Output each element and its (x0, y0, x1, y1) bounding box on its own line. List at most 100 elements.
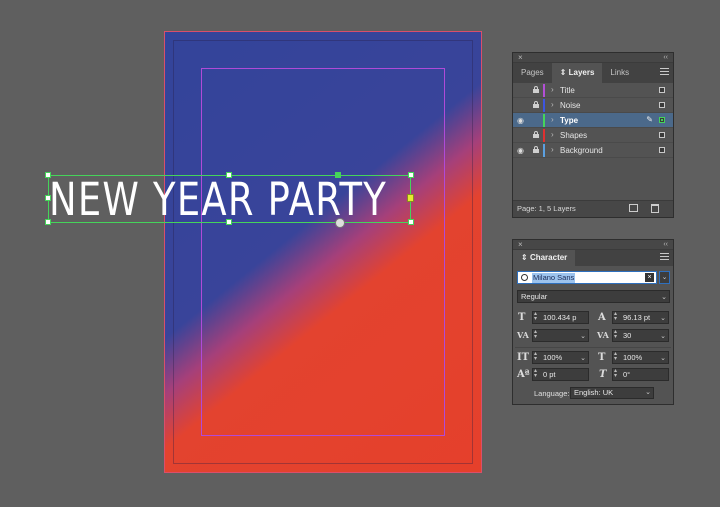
font-family-field[interactable]: Milano Sans × (517, 271, 657, 284)
frame-handle-bottom-middle[interactable] (226, 219, 232, 225)
chevron-down-icon[interactable]: ⌄ (580, 353, 586, 364)
font-style-select[interactable]: Regular ⌄ (517, 290, 670, 303)
frame-handle-bottom-left[interactable] (45, 219, 51, 225)
stepper-icon[interactable]: ▴ ▾ (614, 368, 620, 379)
chevron-right-icon[interactable]: › (551, 130, 554, 139)
tab-pages[interactable]: Pages (513, 63, 552, 83)
stepper-icon[interactable]: ▴ ▾ (614, 351, 620, 362)
font-size-field[interactable]: ▴ ▾ 100.434 p (532, 311, 589, 324)
layer-select-square[interactable] (659, 102, 665, 108)
horizontal-scale-icon: T (598, 352, 606, 363)
vertical-scale-field[interactable]: ▴ ▾ 100% ⌄ (532, 351, 589, 364)
baseline-shift-value: 0 pt (543, 370, 556, 379)
tracking-value: 30 (623, 331, 632, 340)
layer-row-noise[interactable]: › Noise (513, 98, 673, 113)
layer-row-title[interactable]: › Title (513, 83, 673, 98)
layer-select-square[interactable] (659, 117, 665, 123)
layer-color-swatch (543, 114, 545, 127)
chevron-down-icon[interactable]: ⌄ (660, 313, 666, 324)
baseline-shift-icon: Aª (517, 369, 530, 380)
stepper-icon[interactable]: ▴ ▾ (534, 329, 540, 340)
headline-text[interactable]: NEW YEAR PARTY (49, 176, 386, 224)
skew-icon: T (599, 369, 607, 380)
layer-select-square[interactable] (659, 132, 665, 138)
anchor-point-icon[interactable] (335, 218, 345, 228)
font-family-value: Milano Sans (532, 273, 576, 283)
frame-handle-selected[interactable] (335, 172, 341, 178)
layer-select-square[interactable] (659, 147, 665, 153)
chevron-right-icon[interactable]: › (551, 85, 554, 94)
layer-row-background[interactable]: ◉ › Background (513, 143, 673, 158)
chevron-right-icon[interactable]: › (551, 100, 554, 109)
layer-color-swatch (543, 129, 545, 142)
frame-handle-top-right[interactable] (408, 172, 414, 178)
chevron-down-icon[interactable]: ⌄ (580, 331, 586, 342)
lock-icon[interactable] (533, 146, 539, 153)
layer-name: Type (560, 116, 579, 125)
chevron-right-icon[interactable]: › (551, 145, 554, 154)
tracking-field[interactable]: ▴ ▾ 30 ⌄ (612, 329, 669, 342)
text-outport[interactable] (407, 194, 414, 202)
layer-name: Background (560, 146, 603, 155)
frame-handle-top-middle[interactable] (226, 172, 232, 178)
layer-name: Title (560, 86, 575, 95)
horizontal-scale-field[interactable]: ▴ ▾ 100% ⌄ (612, 351, 669, 364)
font-style-value: Regular (521, 292, 548, 301)
panel-topbar: × ‹‹ (513, 240, 673, 250)
stepper-icon[interactable]: ▴ ▾ (614, 311, 620, 322)
pen-icon: ✎ (646, 115, 653, 124)
layer-select-square[interactable] (659, 87, 665, 93)
layers-panel-tabs: Pages ⇕ Layers Links (513, 63, 673, 83)
panel-topbar: × ‹‹ (513, 53, 673, 63)
font-size-value: 100.434 p (543, 313, 577, 322)
leading-field[interactable]: ▴ ▾ 96.13 pt ⌄ (612, 311, 669, 324)
language-value: English: UK (574, 388, 614, 397)
character-panel: × ‹‹ ⇕ Character Milano Sans × ⌄ Regular… (512, 239, 674, 405)
layers-info-text: Page: 1, 5 Layers (517, 204, 576, 213)
language-label: Language: (534, 389, 570, 398)
tab-layers[interactable]: ⇕ Layers (551, 63, 603, 83)
stepper-icon[interactable]: ▴ ▾ (534, 351, 540, 362)
stepper-icon[interactable]: ▴ ▾ (534, 311, 540, 322)
eye-icon[interactable]: ◉ (517, 116, 527, 125)
font-family-dropdown[interactable]: ⌄ (659, 271, 670, 284)
stepper-icon[interactable]: ▴ ▾ (534, 368, 540, 379)
chevron-down-icon[interactable]: ⌄ (660, 331, 666, 342)
collapse-icon[interactable]: ‹‹ (663, 240, 668, 250)
tab-arrows-icon: ⇕ (521, 253, 530, 262)
layer-row-type[interactable]: ◉ › Type ✎ (513, 113, 673, 128)
new-layer-icon[interactable] (629, 204, 638, 212)
close-icon[interactable]: × (518, 53, 523, 63)
chevron-right-icon[interactable]: › (551, 115, 554, 124)
character-panel-tabs: ⇕ Character (513, 250, 673, 266)
headline-text-frame[interactable]: NEW YEAR PARTY (48, 175, 411, 224)
frame-handle-top-left[interactable] (45, 172, 51, 178)
layer-row-shapes[interactable]: › Shapes (513, 128, 673, 143)
skew-value: 0° (623, 370, 631, 379)
lock-icon[interactable] (533, 101, 539, 108)
skew-field[interactable]: ▴ ▾ 0° (612, 368, 669, 381)
layers-panel: × ‹‹ Pages ⇕ Layers Links › Title › Nois… (512, 52, 674, 218)
language-select[interactable]: English: UK ⌄ (570, 387, 654, 399)
baseline-shift-field[interactable]: ▴ ▾ 0 pt (532, 368, 589, 381)
panel-menu-icon[interactable] (660, 253, 669, 262)
stepper-icon[interactable]: ▴ ▾ (614, 329, 620, 340)
kerning-field[interactable]: ▴ ▾ ⌄ (532, 329, 589, 342)
lock-icon[interactable] (533, 86, 539, 93)
search-icon (521, 274, 528, 281)
chevron-down-icon[interactable]: ⌄ (660, 353, 666, 364)
eye-icon[interactable]: ◉ (517, 146, 527, 155)
frame-handle-middle-left[interactable] (45, 195, 51, 201)
collapse-icon[interactable]: ‹‹ (663, 53, 668, 63)
tab-character[interactable]: ⇕ Character (513, 250, 576, 266)
trash-icon[interactable] (651, 204, 659, 213)
layer-color-swatch (543, 144, 545, 157)
lock-icon[interactable] (533, 131, 539, 138)
frame-handle-bottom-right[interactable] (408, 219, 414, 225)
close-icon[interactable]: × (518, 240, 523, 250)
clear-icon[interactable]: × (645, 273, 654, 282)
panel-menu-icon[interactable] (660, 68, 669, 77)
tab-links[interactable]: Links (602, 63, 637, 83)
chevron-down-icon: ⌄ (661, 294, 667, 301)
layer-name: Noise (560, 101, 581, 110)
